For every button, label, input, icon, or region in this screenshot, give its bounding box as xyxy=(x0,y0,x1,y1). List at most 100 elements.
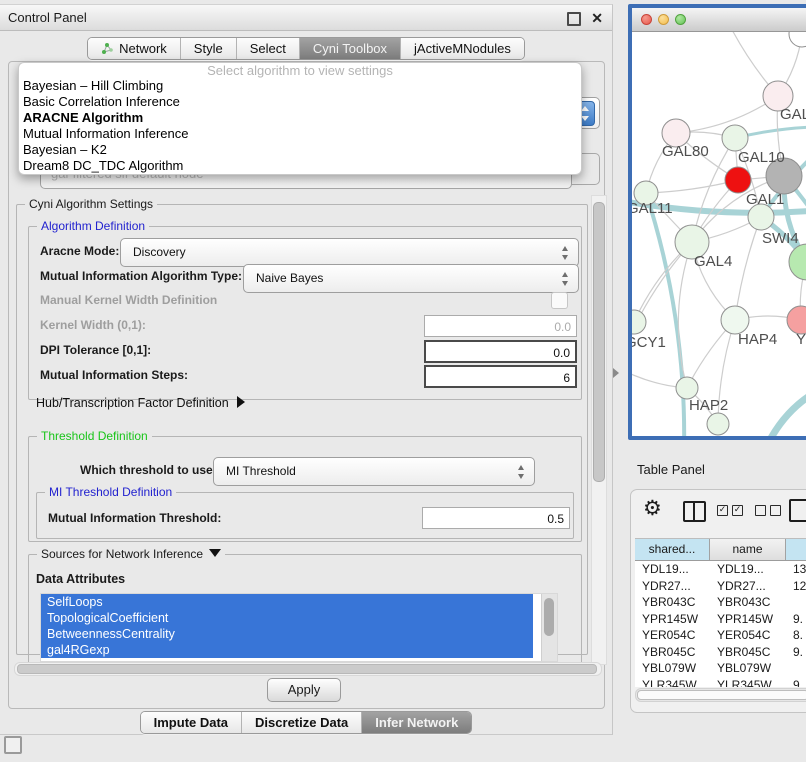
table-row[interactable]: YPR145WYPR145W9. xyxy=(635,611,806,628)
data-attributes-list[interactable]: SelfLoopsTopologicalCoefficientBetweenne… xyxy=(40,593,558,662)
cyni-settings-group-title: Cyni Algorithm Settings xyxy=(25,197,157,211)
attribute-item-gal4rgexp[interactable]: gal4RGexp xyxy=(41,642,533,658)
minimize-traffic-light-icon[interactable] xyxy=(658,14,669,25)
gear-icon[interactable]: ⚙ xyxy=(643,496,662,520)
float-window-icon[interactable] xyxy=(567,12,581,26)
algorithm-option-bayesian-k2[interactable]: Bayesian – K2 xyxy=(19,142,581,158)
attribute-item-topologicalcoefficient[interactable]: TopologicalCoefficient xyxy=(41,610,533,626)
export-table-icon[interactable] xyxy=(789,499,806,522)
algorithm-option-basic-correlation-inference[interactable]: Basic Correlation Inference xyxy=(19,94,581,110)
mi-steps-field[interactable]: 6 xyxy=(424,365,577,388)
node-label-hap4: HAP4 xyxy=(738,331,777,348)
algorithm-option-dream8-dc-tdc-algorithm[interactable]: Dream8 DC_TDC Algorithm xyxy=(19,158,581,174)
tab-discretize-data[interactable]: Discretize Data xyxy=(241,712,361,733)
attribute-item-selfloops[interactable]: SelfLoops xyxy=(41,594,533,610)
table-cell: 12 xyxy=(786,578,806,595)
manual-kernel-checkbox[interactable] xyxy=(551,292,568,309)
table-row[interactable]: YDL19...YDL19...13 xyxy=(635,561,806,578)
scrollbar-thumb[interactable] xyxy=(544,598,554,636)
network-view-window: GALGAL80GAL10GAL1GAL11SWI4GAL4GCY1HAP4YH… xyxy=(628,4,806,440)
node-label-gal11: GAL11 xyxy=(632,200,673,217)
node-label-gal80: GAL80 xyxy=(662,143,709,160)
sources-group-title[interactable]: Sources for Network Inference xyxy=(37,547,225,561)
attributes-scrollbar[interactable] xyxy=(541,594,557,661)
apply-button[interactable]: Apply xyxy=(267,678,341,702)
scrollbar-thumb[interactable] xyxy=(637,690,806,700)
combo-stepper-icon xyxy=(517,464,526,480)
network-node[interactable] xyxy=(707,413,729,435)
table-row[interactable]: YER054CYER054C8. xyxy=(635,627,806,644)
control-panel-title: Control Panel xyxy=(8,5,87,30)
table-row[interactable]: YBR045CYBR045C9. xyxy=(635,644,806,661)
network-edge[interactable] xyxy=(646,180,738,193)
table-cell: YLR345W xyxy=(710,677,786,688)
mi-threshold-field[interactable]: 0.5 xyxy=(422,507,570,529)
settings-vertical-scrollbar[interactable] xyxy=(591,195,607,665)
bottom-tab-bar: Impute Data Discretize Data Infer Network xyxy=(0,711,612,734)
network-edge[interactable] xyxy=(735,217,761,320)
top-tab-bar: NetworkStyle Select Cyni Toolbox jActiveMNo… xyxy=(0,37,612,60)
network-node-hap4[interactable] xyxy=(721,306,749,334)
tab-impute-data[interactable]: Impute Data xyxy=(141,712,241,733)
manual-kernel-label: Manual Kernel Width Definition xyxy=(40,293,217,307)
tab-jactivemnodules-label: jActiveMNodules xyxy=(414,41,511,56)
table-cell: YBL079W xyxy=(710,660,786,677)
minimized-panel-icon[interactable] xyxy=(4,736,22,754)
table-row[interactable]: YBL079WYBL079W xyxy=(635,660,806,677)
mi-type-combo[interactable]: Naive Bayes xyxy=(243,264,579,293)
table-horizontal-scrollbar[interactable] xyxy=(635,688,806,702)
column-header-shared[interactable]: shared... xyxy=(635,539,710,560)
column-header-name[interactable]: name xyxy=(710,539,786,560)
algorithm-option-bayesian-hill-climbing[interactable]: Bayesian – Hill Climbing xyxy=(19,78,581,94)
network-node-gal1[interactable] xyxy=(725,167,751,193)
network-node[interactable] xyxy=(789,244,806,280)
table-cell: YPR145W xyxy=(635,611,710,628)
aracne-mode-combo[interactable]: Discovery xyxy=(120,238,579,267)
table-row[interactable]: YDR27...YDR27...12 xyxy=(635,578,806,595)
tab-style[interactable]: Style xyxy=(180,38,236,59)
table-cell: YBL079W xyxy=(635,660,710,677)
table-row[interactable]: YLR345WYLR345W9. xyxy=(635,677,806,688)
which-threshold-combo[interactable]: MI Threshold xyxy=(213,457,535,486)
tab-network[interactable]: Network xyxy=(88,38,180,59)
table-cell: YDL19... xyxy=(710,561,786,578)
splitter-handle[interactable] xyxy=(613,368,619,378)
network-node-gal10[interactable] xyxy=(722,125,748,151)
aracne-mode-value: Discovery xyxy=(133,239,186,266)
table-cell: YER054C xyxy=(635,627,710,644)
select-all-columns-icon[interactable]: ✓✓ xyxy=(717,505,743,516)
zoom-traffic-light-icon[interactable] xyxy=(675,14,686,25)
network-canvas[interactable]: GALGAL80GAL10GAL1GAL11SWI4GAL4GCY1HAP4YH… xyxy=(632,32,806,436)
table-cell: YDR27... xyxy=(635,578,710,595)
tab-discretize-data-label: Discretize Data xyxy=(255,715,348,730)
tab-jactivemnodules[interactable]: jActiveMNodules xyxy=(400,38,524,59)
tab-cyni-toolbox[interactable]: Cyni Toolbox xyxy=(299,38,400,59)
table-cell: YLR345W xyxy=(635,677,710,688)
network-icon xyxy=(101,42,114,55)
network-node[interactable] xyxy=(789,32,806,47)
columns-icon[interactable] xyxy=(683,501,706,522)
hub-definition-expander[interactable]: Hub/Transcription Factor Definition xyxy=(36,396,245,410)
tab-select-label: Select xyxy=(250,41,286,56)
scrollbar-thumb[interactable] xyxy=(17,664,597,674)
network-node-gcy1[interactable] xyxy=(632,310,646,334)
settings-horizontal-scrollbar[interactable] xyxy=(14,662,602,676)
algorithm-option-mutual-information-inference[interactable]: Mutual Information Inference xyxy=(19,126,581,142)
close-window-icon[interactable]: ✕ xyxy=(591,8,603,28)
deselect-all-columns-icon[interactable] xyxy=(755,505,781,516)
tab-infer-network[interactable]: Infer Network xyxy=(361,712,471,733)
dpi-tolerance-field[interactable]: 0.0 xyxy=(424,340,577,363)
network-node-y[interactable] xyxy=(787,306,806,334)
tab-select[interactable]: Select xyxy=(236,38,299,59)
network-node-hap2[interactable] xyxy=(676,377,698,399)
mi-type-value: Naive Bayes xyxy=(256,265,323,292)
close-traffic-light-icon[interactable] xyxy=(641,14,652,25)
column-header-partial[interactable] xyxy=(786,539,806,560)
kernel-width-field[interactable]: 0.0 xyxy=(424,315,577,337)
network-graph: GALGAL80GAL10GAL1GAL11SWI4GAL4GCY1HAP4YH… xyxy=(632,32,806,436)
algorithm-option-aracne-algorithm[interactable]: ARACNE Algorithm xyxy=(19,110,581,126)
network-edge-thick[interactable] xyxy=(764,377,806,436)
scrollbar-thumb[interactable] xyxy=(593,202,605,482)
table-row[interactable]: YBR043CYBR043C xyxy=(635,594,806,611)
attribute-item-betweennesscentrality[interactable]: BetweennessCentrality xyxy=(41,626,533,642)
